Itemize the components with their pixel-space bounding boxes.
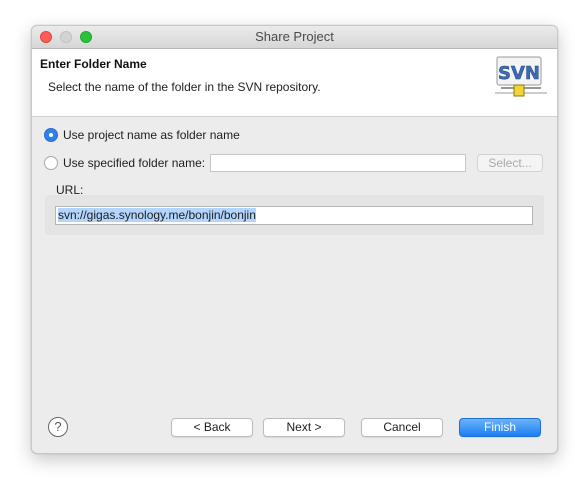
url-group: svn://gigas.synology.me/bonjin/bonjin	[45, 195, 544, 235]
page-title: Enter Folder Name	[40, 57, 147, 71]
svg-text:SVN: SVN	[498, 63, 540, 84]
cancel-button[interactable]: Cancel	[361, 418, 443, 437]
folder-name-input[interactable]	[210, 154, 466, 172]
title-bar[interactable]: Share Project	[32, 26, 557, 49]
wizard-header: Enter Folder Name Select the name of the…	[32, 49, 557, 117]
help-button[interactable]: ?	[48, 417, 68, 437]
use-project-name-option[interactable]: Use project name as folder name	[44, 127, 240, 143]
zoom-window-button[interactable]	[80, 31, 92, 43]
use-project-name-label[interactable]: Use project name as folder name	[63, 128, 240, 142]
use-specified-name-option[interactable]: Use specified folder name:	[44, 155, 205, 171]
url-value[interactable]: svn://gigas.synology.me/bonjin/bonjin	[58, 208, 256, 222]
use-project-name-radio[interactable]	[44, 128, 58, 142]
back-button[interactable]: < Back	[171, 418, 253, 437]
page-description: Select the name of the folder in the SVN…	[48, 80, 321, 94]
select-folder-button[interactable]: Select...	[477, 154, 543, 172]
use-specified-name-radio[interactable]	[44, 156, 58, 170]
finish-button[interactable]: Finish	[459, 418, 541, 437]
next-button[interactable]: Next >	[263, 418, 345, 437]
svn-logo-icon: SVN	[495, 56, 547, 97]
share-project-dialog: Share Project Enter Folder Name Select t…	[31, 25, 558, 454]
minimize-window-button	[60, 31, 72, 43]
window-title: Share Project	[255, 29, 334, 44]
url-field[interactable]: svn://gigas.synology.me/bonjin/bonjin	[55, 206, 533, 225]
use-specified-name-label[interactable]: Use specified folder name:	[63, 156, 205, 170]
close-window-button[interactable]	[40, 31, 52, 43]
